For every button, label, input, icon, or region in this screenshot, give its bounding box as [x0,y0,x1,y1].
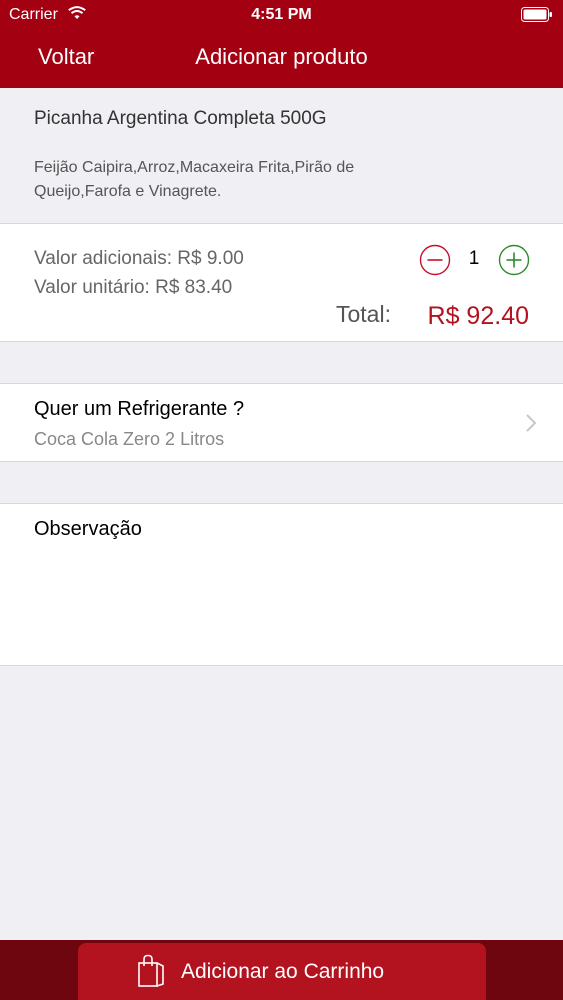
product-description: Feijão Caipira,Arroz,Macaxeira Frita,Pir… [34,159,355,200]
total-value: R$ 92.40 [427,302,529,330]
observation-input[interactable] [34,550,534,650]
battery-icon [521,7,552,22]
unit-value: Valor unitário: R$ 83.40 [34,277,233,298]
status-bar: Carrier 4:51 PM [0,0,563,30]
minus-button[interactable] [419,244,451,276]
top-bar: Carrier 4:51 PM Voltar Adicionar produto [0,0,563,88]
observation-section: Observação [0,503,563,666]
soda-question: Quer um Refrigerante ? [34,398,245,420]
total-label: Total: [336,301,391,327]
product-section: Picanha Argentina Completa 500G Feijão C… [0,88,563,224]
values-section: Valor adicionais: R$ 9.00 Valor unitário… [0,224,563,342]
page-title: Adicionar produto [195,44,368,69]
add-to-cart-button[interactable]: Adicionar ao Carrinho [78,943,486,1000]
add-to-cart-label: Adicionar ao Carrinho [181,960,385,983]
bottom-bar: Adicionar ao Carrinho [0,940,563,1000]
observation-label: Observação [34,518,142,540]
additional-value: Valor adicionais: R$ 9.00 [34,248,244,269]
soda-selected: Coca Cola Zero 2 Litros [34,429,225,449]
chevron-right-icon [526,414,537,432]
quantity-value: 1 [468,248,480,269]
product-name: Picanha Argentina Completa 500G [34,108,327,129]
shopping-bag-icon [138,954,164,987]
status-time: 4:51 PM [251,6,312,23]
soda-row[interactable]: Quer um Refrigerante ? Coca Cola Zero 2 … [0,383,563,462]
plus-button[interactable] [498,244,530,276]
